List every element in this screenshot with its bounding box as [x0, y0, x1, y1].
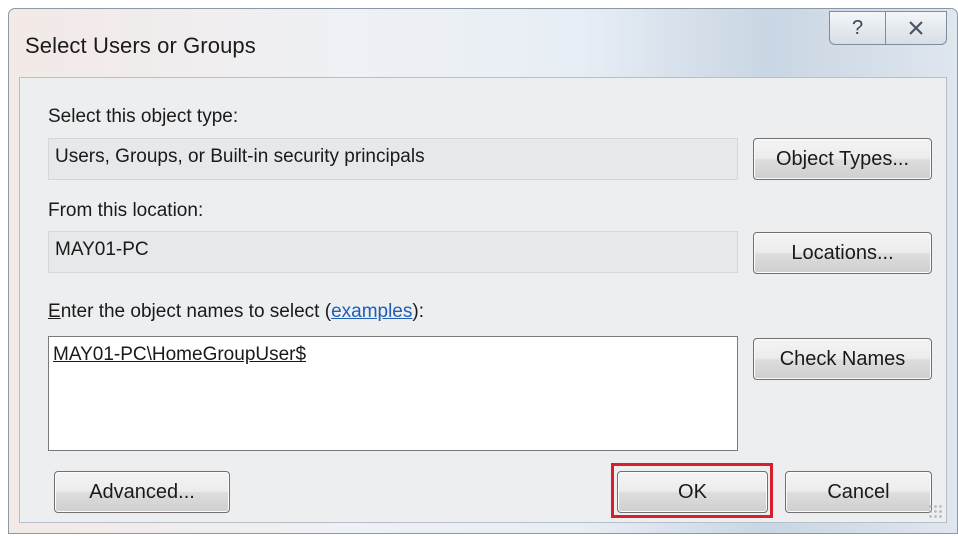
object-names-label-tail: ): [412, 301, 424, 322]
check-names-button[interactable]: Check Names [753, 338, 932, 380]
dialog-body: Select this object type: Users, Groups, … [19, 77, 947, 523]
ok-highlight-box [611, 463, 773, 518]
object-types-button[interactable]: Object Types... [753, 138, 932, 180]
object-names-label-text: nter the object names to select ( [60, 301, 332, 322]
help-icon: ? [851, 16, 864, 39]
examples-link[interactable]: examples [331, 301, 412, 322]
advanced-button[interactable]: Advanced... [54, 471, 230, 513]
dialog-title: Select Users or Groups [25, 33, 256, 58]
object-names-label: Enter the object names to select (exampl… [48, 301, 424, 323]
location-field: MAY01-PC [48, 231, 738, 273]
title-bar[interactable]: Select Users or Groups ? [9, 9, 957, 77]
object-name-entry[interactable]: MAY01-PC\HomeGroupUser$ [53, 344, 306, 365]
object-type-label: Select this object type: [48, 106, 239, 127]
accelerator-letter: E [48, 301, 61, 322]
locations-button[interactable]: Locations... [753, 232, 932, 274]
resize-grip[interactable] [928, 504, 942, 518]
help-button[interactable]: ? [829, 11, 885, 45]
object-names-input[interactable]: MAY01-PC\HomeGroupUser$ [48, 336, 738, 451]
location-label: From this location: [48, 200, 204, 221]
dialog-window: Select Users or Groups ? Select this obj… [8, 8, 958, 534]
caption-buttons: ? [829, 11, 947, 47]
close-icon [908, 21, 924, 35]
close-button[interactable] [885, 11, 947, 45]
object-type-field: Users, Groups, or Built-in security prin… [48, 138, 738, 180]
cancel-button[interactable]: Cancel [785, 471, 932, 513]
